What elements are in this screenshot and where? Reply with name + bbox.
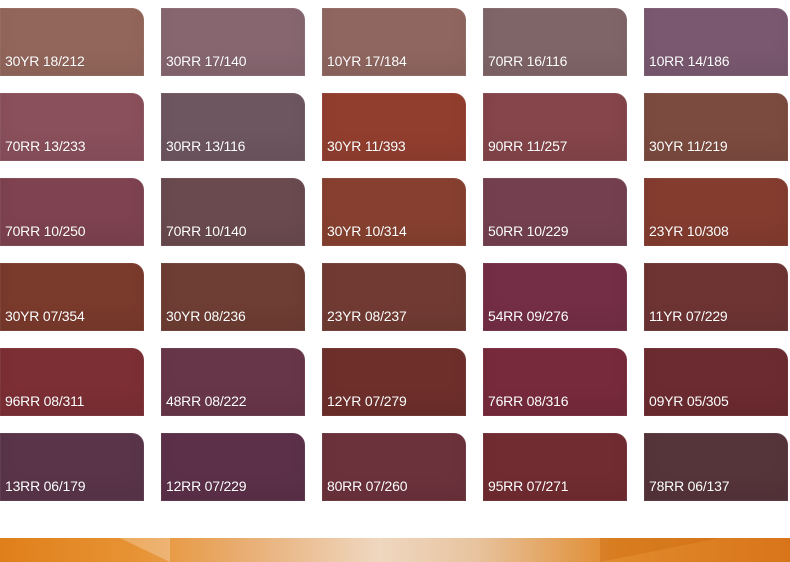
- color-swatch: 30YR 11/219: [644, 93, 788, 161]
- color-swatch: 23YR 10/308: [644, 178, 788, 246]
- color-swatch: 10YR 17/184: [322, 8, 466, 76]
- color-swatch: 12RR 07/229: [161, 433, 305, 501]
- swatch-code-label: 12RR 07/229: [166, 478, 247, 494]
- color-swatch: 30YR 08/236: [161, 263, 305, 331]
- color-swatch: 13RR 06/179: [0, 433, 144, 501]
- swatch-code-label: 30YR 18/212: [5, 53, 85, 69]
- swatch-code-label: 90RR 11/257: [488, 138, 568, 154]
- color-swatch: 80RR 07/260: [322, 433, 466, 501]
- swatch-code-label: 76RR 08/316: [488, 393, 569, 409]
- swatch-code-label: 78RR 06/137: [649, 478, 730, 494]
- swatch-code-label: 50RR 10/229: [488, 223, 569, 239]
- color-swatch: 11YR 07/229: [644, 263, 788, 331]
- color-swatch: 30YR 18/212: [0, 8, 144, 76]
- color-swatch: 30YR 10/314: [322, 178, 466, 246]
- swatch-code-label: 30YR 11/219: [649, 138, 728, 154]
- swatch-code-label: 12YR 07/279: [327, 393, 407, 409]
- swatch-code-label: 13RR 06/179: [5, 478, 86, 494]
- color-swatch: 95RR 07/271: [483, 433, 627, 501]
- swatch-code-label: 30YR 11/393: [327, 138, 406, 154]
- swatch-code-label: 30RR 13/116: [166, 138, 246, 154]
- color-swatch: 23YR 08/237: [322, 263, 466, 331]
- swatch-code-label: 70RR 16/116: [488, 53, 568, 69]
- color-swatch: 54RR 09/276: [483, 263, 627, 331]
- swatch-code-label: 23YR 10/308: [649, 223, 729, 239]
- swatch-code-label: 23YR 08/237: [327, 308, 407, 324]
- swatch-code-label: 96RR 08/311: [5, 393, 85, 409]
- color-swatch: 30RR 17/140: [161, 8, 305, 76]
- swatch-code-label: 95RR 07/271: [488, 478, 569, 494]
- swatch-code-label: 70RR 10/250: [5, 223, 86, 239]
- color-swatch: 30YR 11/393: [322, 93, 466, 161]
- color-swatch: 70RR 10/140: [161, 178, 305, 246]
- color-swatch: 10RR 14/186: [644, 8, 788, 76]
- banner-decoration: [120, 538, 170, 562]
- color-swatch: 09YR 05/305: [644, 348, 788, 416]
- swatch-code-label: 80RR 07/260: [327, 478, 408, 494]
- color-swatch: 78RR 06/137: [644, 433, 788, 501]
- swatch-code-label: 30YR 10/314: [327, 223, 407, 239]
- color-swatch: 90RR 11/257: [483, 93, 627, 161]
- color-swatch: 12YR 07/279: [322, 348, 466, 416]
- color-swatch: 30RR 13/116: [161, 93, 305, 161]
- swatch-code-label: 10YR 17/184: [327, 53, 407, 69]
- swatch-code-label: 70RR 13/233: [5, 138, 86, 154]
- color-swatch: 70RR 10/250: [0, 178, 144, 246]
- swatch-code-label: 54RR 09/276: [488, 308, 569, 324]
- color-swatch: 48RR 08/222: [161, 348, 305, 416]
- color-swatch: 50RR 10/229: [483, 178, 627, 246]
- swatch-code-label: 11YR 07/229: [649, 308, 728, 324]
- swatch-code-label: 48RR 08/222: [166, 393, 247, 409]
- color-swatch: 70RR 13/233: [0, 93, 144, 161]
- color-swatch: 70RR 16/116: [483, 8, 627, 76]
- color-swatch: 30YR 07/354: [0, 263, 144, 331]
- swatch-code-label: 10RR 14/186: [649, 53, 730, 69]
- swatch-code-label: 09YR 05/305: [649, 393, 729, 409]
- swatch-code-label: 30RR 17/140: [166, 53, 247, 69]
- color-swatch-grid: 30YR 18/212 30RR 17/140 10YR 17/184 70RR 16…: [0, 8, 788, 501]
- color-swatch: 96RR 08/311: [0, 348, 144, 416]
- color-swatch: 76RR 08/316: [483, 348, 627, 416]
- banner-decoration: [600, 538, 720, 562]
- swatch-code-label: 30YR 07/354: [5, 308, 85, 324]
- swatch-code-label: 30YR 08/236: [166, 308, 246, 324]
- bottom-banner: [0, 538, 790, 562]
- swatch-code-label: 70RR 10/140: [166, 223, 247, 239]
